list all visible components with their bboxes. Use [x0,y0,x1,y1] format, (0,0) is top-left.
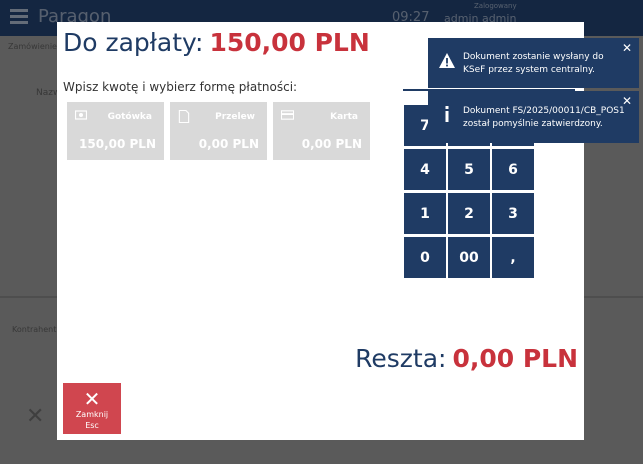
toast-approved: Dokument FS/2025/00011/CB_POS1 został po… [428,91,639,143]
toast-message: Dokument zostanie wysłany do KSeF przez … [463,52,604,75]
payment-tile-amount: 150,00 PLN [79,137,156,151]
cash-icon [75,110,87,120]
toast-close-icon[interactable]: ✕ [622,94,632,108]
key-2[interactable]: 2 [448,193,490,234]
close-icon: ✕ [83,387,101,411]
change-due: Reszta: 0,00 PLN [355,344,578,373]
toast-close-icon[interactable]: ✕ [622,41,632,55]
close-button-label: Zamknij [75,410,109,419]
payment-instruction: Wpisz kwotę i wybierz formę płatności: [63,80,298,94]
toast-message: Dokument FS/2025/00011/CB_POS1 został po… [463,106,625,129]
key-5[interactable]: 5 [448,149,490,190]
card-icon [281,110,294,120]
key-4[interactable]: 4 [404,149,446,190]
info-icon [445,106,449,122]
change-label: Reszta: [355,344,447,373]
amount-due-value: 150,00 PLN [209,28,370,57]
amount-due: Do zapłaty: 150,00 PLN [63,28,370,57]
document-icon [178,110,190,123]
key-0[interactable]: 0 [404,237,446,278]
payment-tile-transfer[interactable]: Przelew 0,00 PLN [170,102,267,160]
key-comma[interactable]: , [492,237,534,278]
toast-ksef: Dokument zostanie wysłany do KSeF przez … [428,38,639,88]
close-button-shortcut: Esc [85,421,99,430]
key-6[interactable]: 6 [492,149,534,190]
key-3[interactable]: 3 [492,193,534,234]
payment-tile-label: Karta [330,112,358,122]
payment-tile-label: Przelew [215,112,255,122]
key-1[interactable]: 1 [404,193,446,234]
payment-tile-label: Gotówka [107,112,152,122]
payment-tile-amount: 0,00 PLN [301,137,362,151]
close-button[interactable]: ✕ Zamknij Esc [63,383,121,434]
payment-tile-amount: 0,00 PLN [198,137,259,151]
payment-tile-cash[interactable]: Gotówka 150,00 PLN [67,102,164,160]
key-00[interactable]: 00 [448,237,490,278]
warning-icon [439,53,455,68]
amount-due-label: Do zapłaty: [63,28,204,57]
payment-tile-card[interactable]: Karta 0,00 PLN [273,102,370,160]
change-value: 0,00 PLN [452,344,578,373]
